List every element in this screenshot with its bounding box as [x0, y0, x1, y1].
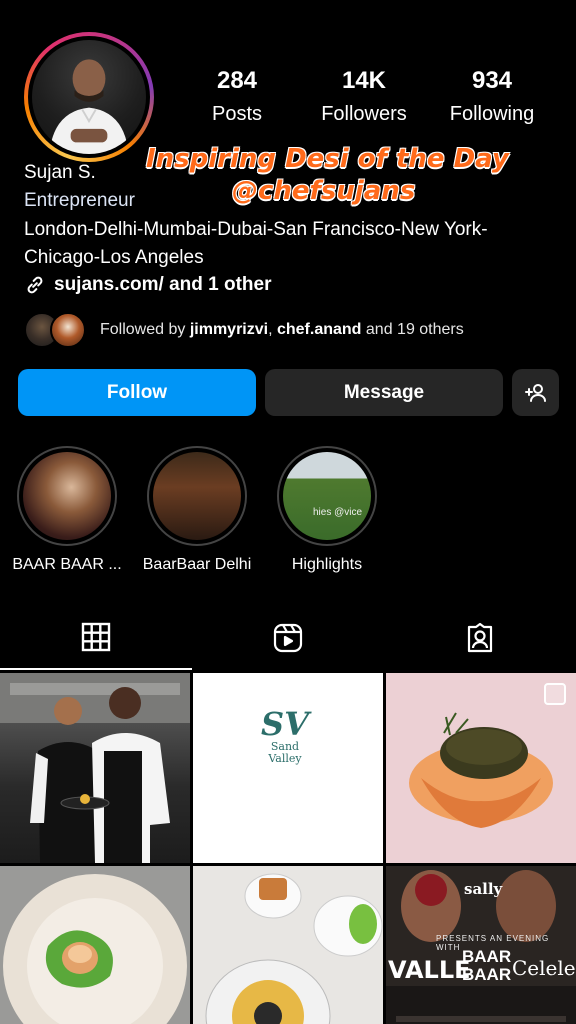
highlight-baar-baar[interactable]: BAAR BAAR ...: [2, 446, 132, 574]
post-image: [205, 873, 383, 1024]
highlight-label: Highlights: [291, 556, 363, 573]
highlight-highlights[interactable]: hies @vice Highlights: [262, 446, 392, 574]
suggest-users-button[interactable]: [512, 369, 559, 416]
followers-stat[interactable]: 14K Followers: [309, 66, 419, 128]
follower-avatar: [50, 312, 86, 348]
profile-link-text: sujans.com/ and 1 other: [54, 274, 272, 295]
grid-icon: [81, 622, 111, 652]
profile-name: Sujan S.: [24, 162, 96, 183]
followers-label: Followers: [321, 103, 407, 125]
post-thumbnail[interactable]: [0, 673, 190, 863]
posts-stat[interactable]: 284 Posts: [182, 66, 292, 128]
highlight-label: BaarBaar Delhi: [142, 556, 252, 573]
posts-count: 284: [216, 67, 258, 94]
add-user-icon: [524, 383, 546, 402]
post-thumbnail[interactable]: [0, 866, 190, 1024]
highlight-baarbaar-delhi[interactable]: BaarBaar Delhi: [132, 446, 262, 574]
tab-reels[interactable]: [192, 606, 384, 670]
link-icon: [27, 276, 43, 294]
followed-user-2[interactable]: chef.anand: [277, 321, 361, 338]
post-thumbnail[interactable]: sally PRESENTS AN EVENING WITH VALLE BAA…: [386, 866, 576, 1024]
post-thumbnail[interactable]: [386, 673, 576, 863]
profile-category: Entrepreneur: [24, 190, 135, 211]
profile-link[interactable]: sujans.com/ and 1 other: [24, 274, 272, 296]
multiple-photos-icon: [544, 683, 566, 705]
following-label: Following: [449, 103, 535, 125]
magazine-title: sally: [464, 880, 503, 898]
following-stat[interactable]: 934 Following: [437, 66, 547, 128]
post-image: [3, 874, 187, 1024]
highlight-cover: hies @vice: [283, 452, 371, 540]
highlight-cover: [23, 452, 111, 540]
followers-count: 14K: [341, 67, 387, 94]
post-thumbnail[interactable]: [193, 866, 383, 1024]
sand-valley-logo: SV Sand Valley: [261, 705, 309, 765]
reels-icon: [273, 623, 303, 653]
overlay-caption-line2: @chefsujans: [232, 176, 416, 206]
post-thumbnail[interactable]: SV Sand Valley: [193, 673, 383, 863]
profile-bio: London-Delhi-Mumbai-Dubai-San Francisco-…: [24, 219, 488, 268]
multiple-photos-icon: [351, 683, 373, 705]
follow-button[interactable]: Follow: [18, 369, 256, 416]
message-button[interactable]: Message: [265, 369, 503, 416]
tab-posts-grid[interactable]: [0, 606, 192, 670]
highlight-label: BAAR BAAR ...: [12, 556, 122, 573]
avatar-photo: [32, 40, 146, 154]
post-image: [0, 673, 190, 863]
tagged-icon: [467, 622, 493, 653]
magazine-word-2: BAAR BAAR: [462, 947, 512, 984]
followed-by-text: Followed by jimmyrizvi, chef.anand and 1…: [100, 321, 464, 338]
tab-tagged[interactable]: [384, 606, 576, 670]
magazine-word-3: Celele.: [512, 956, 576, 980]
posts-label: Posts: [211, 103, 263, 125]
magazine-word-1: VALLE: [388, 956, 471, 984]
overlay-caption-line1: Inspiring Desi of the Day: [146, 144, 509, 174]
profile-tabs: [0, 606, 576, 670]
following-count: 934: [471, 67, 513, 94]
highlight-cover: [153, 452, 241, 540]
followed-user-1[interactable]: jimmyrizvi: [190, 321, 268, 338]
highlight-cover-text: hies @vice: [313, 507, 363, 518]
profile-avatar[interactable]: [24, 32, 154, 162]
followed-by-row[interactable]: Followed by jimmyrizvi, chef.anand and 1…: [24, 310, 464, 350]
